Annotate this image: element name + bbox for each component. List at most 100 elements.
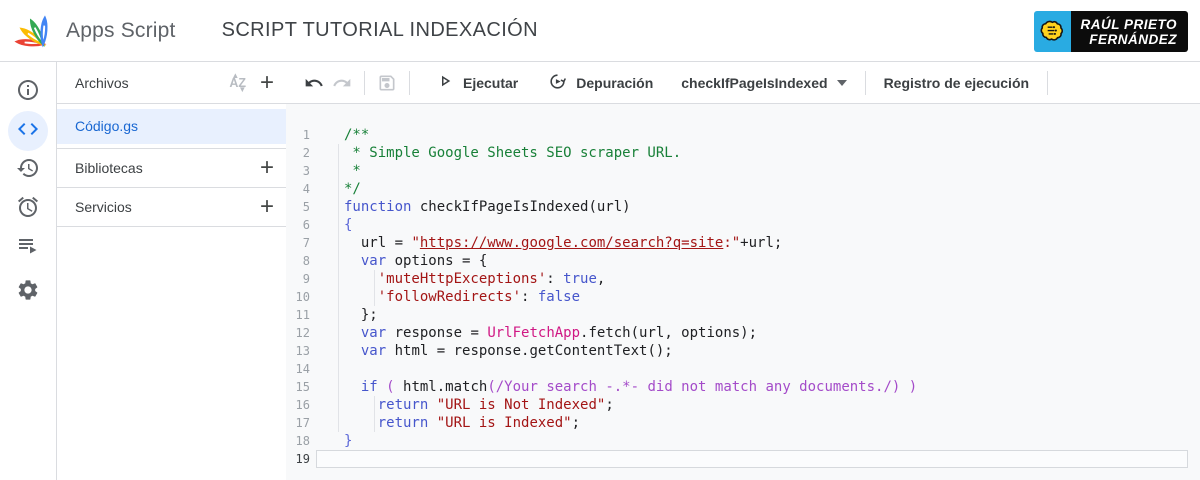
line-content: 'muteHttpExceptions': true, bbox=[377, 271, 606, 287]
debug-button[interactable]: Depuración bbox=[538, 66, 663, 100]
code-line-5[interactable]: 5 function checkIfPageIsIndexed(url) bbox=[286, 198, 1200, 216]
project-settings-button[interactable] bbox=[8, 272, 48, 312]
code-line-17[interactable]: 17 return "URL is Indexed"; bbox=[286, 414, 1200, 432]
code-editor[interactable]: 1/** 2 * Simple Google Sheets SEO scraper… bbox=[286, 104, 1200, 480]
executions-list-icon bbox=[16, 234, 40, 263]
line-number: 17 bbox=[295, 416, 310, 430]
line-content: var options = { bbox=[360, 253, 488, 269]
line-content bbox=[316, 360, 1188, 378]
code-lines: 1/** 2 * Simple Google Sheets SEO scraper… bbox=[286, 126, 1200, 468]
line-number: 16 bbox=[295, 398, 310, 412]
line-content: { bbox=[344, 217, 353, 233]
code-line-18[interactable]: 18} bbox=[286, 432, 1200, 450]
editor-button[interactable] bbox=[8, 111, 48, 151]
line-content: 'followRedirects': false bbox=[377, 289, 581, 305]
alarm-clock-icon bbox=[16, 195, 40, 224]
code-line-16[interactable]: 16 return "URL is Not Indexed"; bbox=[286, 396, 1200, 414]
execution-log-label: Registro de ejecución bbox=[883, 74, 1030, 91]
line-content: } bbox=[344, 433, 353, 449]
line-content: var response = UrlFetchApp.fetch(url, op… bbox=[360, 325, 758, 341]
files-header-label: Archivos bbox=[75, 74, 129, 91]
gear-icon bbox=[16, 278, 40, 307]
save-button[interactable] bbox=[373, 69, 401, 97]
line-content: return "URL is Indexed"; bbox=[377, 415, 581, 431]
add-library-button[interactable]: + bbox=[260, 156, 274, 180]
code-line-10[interactable]: 10 'followRedirects': false bbox=[286, 288, 1200, 306]
executions-button[interactable] bbox=[8, 228, 48, 268]
code-line-6[interactable]: 6{ bbox=[286, 216, 1200, 234]
line-number: 15 bbox=[295, 380, 310, 394]
brain-icon bbox=[1034, 11, 1072, 52]
line-content: return "URL is Not Indexed"; bbox=[377, 397, 614, 413]
apps-script-logo-icon[interactable] bbox=[14, 7, 56, 54]
line-content: function checkIfPageIsIndexed(url) bbox=[344, 199, 631, 215]
add-file-button[interactable]: + bbox=[260, 70, 274, 94]
line-number: 18 bbox=[295, 434, 310, 448]
services-section[interactable]: Servicios + bbox=[57, 188, 286, 227]
line-content: if ( html.match(/Your search -.*- did no… bbox=[360, 379, 918, 395]
code-line-2[interactable]: 2 * Simple Google Sheets SEO scraper URL… bbox=[286, 144, 1200, 162]
az-sort-icon[interactable]: ▲ AZ ▼ bbox=[229, 71, 246, 94]
libraries-section[interactable]: Bibliotecas + bbox=[57, 149, 286, 188]
code-line-9[interactable]: 9 'muteHttpExceptions': true, bbox=[286, 270, 1200, 288]
indent-guide bbox=[374, 270, 375, 306]
code-line-8[interactable]: 8 var options = { bbox=[286, 252, 1200, 270]
line-number: 8 bbox=[302, 254, 310, 268]
line-number: 19 bbox=[295, 452, 310, 466]
project-title[interactable]: SCRIPT TUTORIAL INDEXACIÓN bbox=[222, 19, 538, 42]
line-number: 3 bbox=[302, 164, 310, 178]
debug-label: Depuración bbox=[576, 74, 654, 91]
chevron-down-icon bbox=[836, 79, 847, 86]
code-icon bbox=[16, 117, 40, 146]
line-number: 2 bbox=[302, 146, 310, 160]
code-line-13[interactable]: 13 var html = response.getContentText(); bbox=[286, 342, 1200, 360]
code-line-11[interactable]: 11 }; bbox=[286, 306, 1200, 324]
toolbar-separator bbox=[364, 70, 365, 95]
code-line-12[interactable]: 12 var response = UrlFetchApp.fetch(url,… bbox=[286, 324, 1200, 342]
run-button[interactable]: Ejecutar bbox=[426, 66, 528, 99]
line-content: var html = response.getContentText(); bbox=[360, 343, 673, 359]
code-line-7[interactable]: 7 url = "https://www.google.com/search?q… bbox=[286, 234, 1200, 252]
debug-icon bbox=[548, 72, 567, 94]
code-line-1[interactable]: 1 /** bbox=[286, 126, 1200, 144]
line-content: url = "https://www.google.com/search?q=s… bbox=[344, 235, 783, 251]
code-line-4[interactable]: 4 */ bbox=[286, 180, 1200, 198]
line-content: }; bbox=[344, 307, 378, 323]
toolbar-separator bbox=[409, 70, 410, 95]
selected-function-label: checkIfPageIsIndexed bbox=[681, 74, 828, 91]
line-number: 7 bbox=[302, 236, 310, 250]
line-number: 11 bbox=[295, 308, 310, 322]
file-item-codigo[interactable]: Código.gs bbox=[57, 104, 286, 149]
left-rail bbox=[0, 62, 57, 480]
code-line-3[interactable]: 3 * bbox=[286, 162, 1200, 180]
code-line-15[interactable]: 15 if ( html.match(/Your search -.*- did… bbox=[286, 378, 1200, 396]
app-header: Apps Script SCRIPT TUTORIAL INDEXACIÓN R… bbox=[0, 0, 1200, 62]
redo-button[interactable] bbox=[328, 69, 356, 97]
undo-button[interactable] bbox=[300, 69, 328, 97]
editor-toolbar: Ejecutar Depuración checkIfPageIsIndexed bbox=[286, 62, 1200, 104]
function-selector-dropdown[interactable]: checkIfPageIsIndexed bbox=[671, 69, 856, 97]
files-panel-header: Archivos ▲ AZ ▼ + bbox=[57, 62, 286, 104]
run-play-icon bbox=[436, 72, 454, 93]
overview-button[interactable] bbox=[8, 72, 48, 112]
line-number: 6 bbox=[302, 218, 310, 232]
line-number: 12 bbox=[295, 326, 310, 340]
file-name: Código.gs bbox=[75, 118, 139, 134]
add-service-button[interactable]: + bbox=[260, 195, 274, 219]
author-badge: RAÚL PRIETO FERNÁNDEZ bbox=[1034, 11, 1188, 52]
line-content bbox=[316, 450, 1188, 468]
file-item-selected: Código.gs bbox=[57, 108, 286, 144]
author-line1: RAÚL PRIETO bbox=[1080, 17, 1177, 32]
main-area: Archivos ▲ AZ ▼ + Código.gs Bibliotecas + … bbox=[0, 62, 1200, 480]
project-history-button[interactable] bbox=[8, 150, 48, 190]
editor-column: Ejecutar Depuración checkIfPageIsIndexed bbox=[286, 62, 1200, 480]
line-number: 9 bbox=[302, 272, 310, 286]
code-line-19[interactable]: 19 bbox=[286, 450, 1200, 468]
triggers-button[interactable] bbox=[8, 189, 48, 229]
indent-guide bbox=[338, 144, 339, 432]
author-line2: FERNÁNDEZ bbox=[1089, 32, 1177, 47]
code-line-14[interactable]: 14 bbox=[286, 360, 1200, 378]
line-number: 1 bbox=[302, 128, 310, 142]
execution-log-button[interactable]: Registro de ejecución bbox=[874, 69, 1039, 97]
toolbar-separator bbox=[1047, 70, 1049, 95]
